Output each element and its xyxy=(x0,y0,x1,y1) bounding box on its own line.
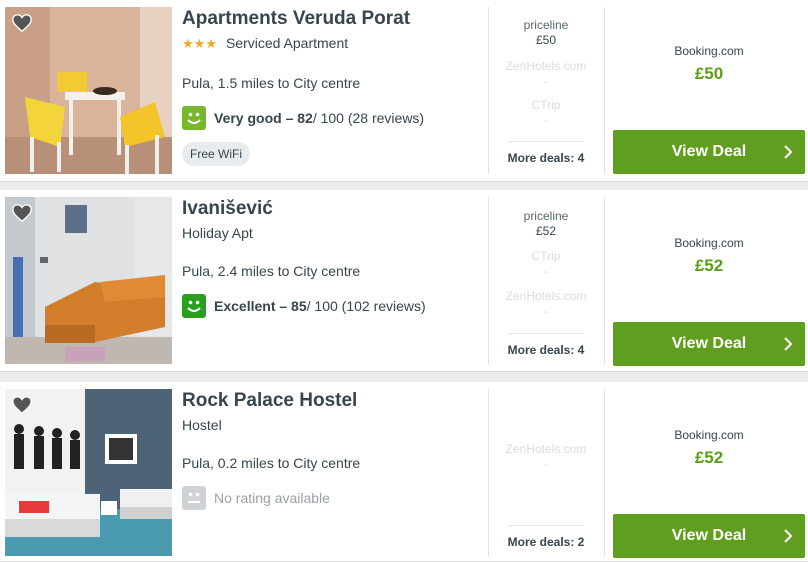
deal-price: - xyxy=(544,304,548,318)
hotel-card: Ivanišević Holiday Apt Pula, 2.4 miles t… xyxy=(0,190,808,372)
deal-item: ZenHotels.com - xyxy=(498,289,594,319)
smiley-face-icon xyxy=(182,106,206,130)
view-deal-button[interactable]: View Deal xyxy=(613,514,805,558)
hotel-name[interactable]: Apartments Veruda Porat xyxy=(182,7,482,31)
hotel-photo[interactable] xyxy=(5,7,172,174)
rating-reviews: / 100 (102 reviews) xyxy=(306,298,426,314)
hotel-location: Pula, 1.5 miles to City centre xyxy=(182,75,361,91)
deal-price: - xyxy=(544,457,548,471)
more-deals-link[interactable]: More deals: 4 xyxy=(498,343,594,357)
hotel-card: Rock Palace Hostel Hostel Pula, 0.2 mile… xyxy=(0,382,808,562)
best-deal: Booking.com £52 xyxy=(613,428,805,468)
divider xyxy=(508,333,584,334)
hotel-type-line: ★★★ Serviced Apartment xyxy=(182,35,482,52)
deal-provider: ZenHotels.com xyxy=(505,289,587,303)
deal-provider: CTrip xyxy=(531,98,561,112)
accommodation-type: Serviced Apartment xyxy=(225,35,349,51)
rating-score: Very good – 82 xyxy=(214,110,313,126)
smiley-face-icon xyxy=(182,294,206,318)
hotel-photo[interactable] xyxy=(5,197,172,364)
hotel-info: Ivanišević Holiday Apt xyxy=(182,197,482,242)
neutral-face-icon xyxy=(182,486,206,510)
star-rating-icon: ★★★ xyxy=(182,36,217,51)
hotel-photo[interactable] xyxy=(5,389,172,556)
deal-item[interactable]: priceline £50 xyxy=(498,18,594,48)
divider xyxy=(488,389,489,556)
hotel-card: Apartments Veruda Porat ★★★ Serviced Apa… xyxy=(0,0,808,182)
deal-provider: ZenHotels.com xyxy=(505,59,587,73)
divider xyxy=(604,7,605,174)
deal-provider: priceline xyxy=(523,18,569,32)
deal-price: £50 xyxy=(535,33,557,47)
divider xyxy=(488,7,489,174)
view-deal-label: View Deal xyxy=(671,143,747,160)
deal-item: ZenHotels.com - xyxy=(498,59,594,89)
view-deal-button[interactable]: View Deal xyxy=(613,322,805,366)
favorite-heart-icon[interactable] xyxy=(11,12,33,34)
chevron-right-icon xyxy=(784,337,793,351)
deal-item: CTrip - xyxy=(498,98,594,128)
rating: Very good – 82 / 100 (28 reviews) xyxy=(182,106,424,130)
hotel-location: Pula, 0.2 miles to City centre xyxy=(182,455,361,471)
deal-price: - xyxy=(544,74,548,88)
best-deal-provider: Booking.com xyxy=(674,44,744,58)
deal-provider: priceline xyxy=(523,209,569,223)
best-deal-price[interactable]: £52 xyxy=(613,448,805,468)
hotel-location: Pula, 2.4 miles to City centre xyxy=(182,263,361,279)
best-deal: Booking.com £52 xyxy=(613,236,805,276)
other-deals: priceline £50 ZenHotels.com - CTrip - Mo… xyxy=(498,7,594,174)
accommodation-type: Hostel xyxy=(182,417,222,433)
rating-reviews: / 100 (28 reviews) xyxy=(312,110,425,126)
deal-item: CTrip - xyxy=(498,249,594,279)
more-deals-link[interactable]: More deals: 2 xyxy=(498,535,594,549)
best-deal: Booking.com £50 xyxy=(613,44,805,84)
divider xyxy=(488,197,489,364)
rating-score: Excellent – 85 xyxy=(214,298,307,314)
deal-item[interactable]: priceline £52 xyxy=(498,209,594,239)
divider xyxy=(604,197,605,364)
hotel-name[interactable]: Ivanišević xyxy=(182,197,482,221)
chevron-right-icon xyxy=(784,529,793,543)
rating: Excellent – 85 / 100 (102 reviews) xyxy=(182,294,426,318)
favorite-heart-icon[interactable] xyxy=(11,394,33,416)
other-deals: ZenHotels.com - More deals: 2 xyxy=(498,389,594,556)
deal-provider: CTrip xyxy=(531,249,561,263)
best-deal-provider: Booking.com xyxy=(674,236,744,250)
divider xyxy=(508,141,584,142)
deal-price: - xyxy=(544,264,548,278)
hotel-type-line: Hostel xyxy=(182,417,482,434)
favorite-heart-icon[interactable] xyxy=(11,202,33,224)
amenity-badge: Free WiFi xyxy=(182,142,250,166)
deal-price: £52 xyxy=(535,224,557,238)
more-deals-link[interactable]: More deals: 4 xyxy=(498,151,594,165)
hotel-info: Apartments Veruda Porat ★★★ Serviced Apa… xyxy=(182,7,482,52)
hotel-name[interactable]: Rock Palace Hostel xyxy=(182,389,482,413)
other-deals: priceline £52 CTrip - ZenHotels.com - Mo… xyxy=(498,197,594,364)
view-deal-label: View Deal xyxy=(671,527,747,544)
rating-reviews: No rating available xyxy=(214,490,330,506)
best-deal-provider: Booking.com xyxy=(674,428,744,442)
accommodation-type: Holiday Apt xyxy=(182,225,253,241)
deal-provider: ZenHotels.com xyxy=(505,442,587,456)
deal-item: ZenHotels.com - xyxy=(498,442,594,472)
deal-price: - xyxy=(544,113,548,127)
rating: No rating available xyxy=(182,486,330,510)
hotel-type-line: Holiday Apt xyxy=(182,225,482,242)
view-deal-label: View Deal xyxy=(671,335,747,352)
divider xyxy=(604,389,605,556)
best-deal-price[interactable]: £50 xyxy=(613,64,805,84)
hotel-info: Rock Palace Hostel Hostel xyxy=(182,389,482,434)
best-deal-price[interactable]: £52 xyxy=(613,256,805,276)
view-deal-button[interactable]: View Deal xyxy=(613,130,805,174)
chevron-right-icon xyxy=(784,145,793,159)
divider xyxy=(508,525,584,526)
